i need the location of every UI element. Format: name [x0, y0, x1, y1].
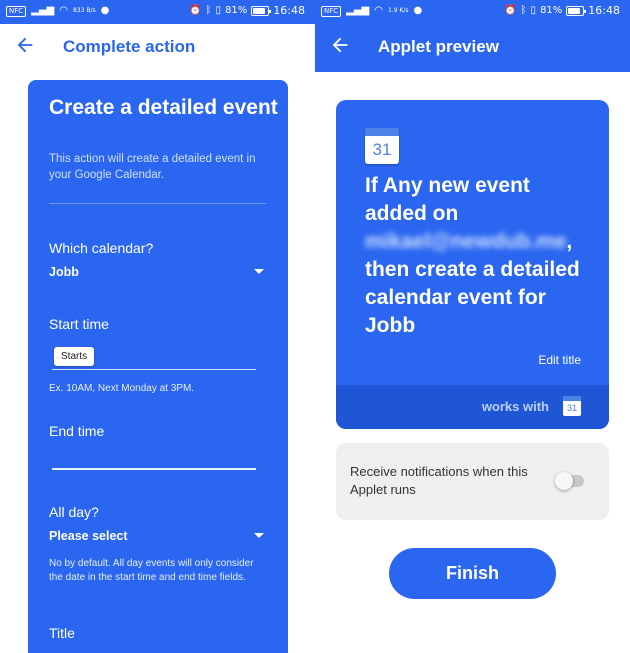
calendar-day: 31 [566, 403, 577, 413]
title-label: Title [49, 625, 75, 641]
divider [49, 203, 266, 204]
vibrate-icon: ▯ [215, 5, 222, 16]
google-calendar-icon: 31 [365, 128, 399, 164]
end-time-label: End time [49, 423, 105, 439]
all-day-select[interactable]: Please select [49, 529, 264, 547]
card-heading: Create a detailed event [49, 96, 278, 119]
app-header: Applet preview [315, 24, 630, 72]
battery-icon [566, 6, 587, 16]
messenger-icon: ● [413, 5, 423, 16]
bluetooth-icon: ᛒ [205, 5, 212, 16]
nfc-icon: NFC [6, 5, 27, 17]
start-time-input[interactable] [52, 369, 256, 370]
vibrate-icon: ▯ [530, 5, 537, 16]
redacted-email: mikael@newdub.me [365, 230, 567, 253]
calendar-label: Which calendar? [49, 240, 154, 256]
applet-text-part1: If Any new event added on [365, 174, 530, 225]
google-calendar-icon: 31 [563, 396, 581, 416]
page-title: Applet preview [378, 37, 499, 56]
back-button[interactable] [14, 34, 38, 58]
nfc-icon: NFC [321, 5, 342, 17]
net-speed: 833 B/s [72, 7, 96, 14]
toggle-knob [555, 472, 573, 490]
calendar-select-value: Jobb [49, 265, 79, 279]
start-time-label: Start time [49, 316, 109, 332]
arrow-left-icon [332, 37, 348, 53]
complete-action-screen: NFC ▂▄▆ ◠ 833 B/s ● ⏰ ᛒ ▯ 81% 16:48 Comp… [0, 0, 315, 653]
arrow-left-icon [17, 37, 33, 53]
card-description: This action will create a detailed event… [49, 153, 256, 181]
messenger-icon: ● [100, 5, 110, 16]
start-time-ingredient-chip[interactable]: Starts [54, 347, 95, 366]
signal-icon: ▂▄▆ [346, 5, 370, 16]
calendar-day: 31 [372, 140, 392, 159]
notification-label: Receive notifications when this Applet r… [350, 464, 528, 497]
app-header: Complete action [0, 24, 315, 72]
works-with-label: works with [481, 399, 549, 414]
wifi-icon: ◠ [374, 5, 383, 16]
action-form-card: Create a detailed event This action will… [28, 80, 288, 653]
clock: 16:48 [588, 4, 620, 17]
alarm-icon: ⏰ [189, 5, 202, 16]
status-bar: NFC ▂▄▆ ◠ 1.9 K/s ● ⏰ ᛒ ▯ 81% 16:48 [315, 0, 630, 24]
battery-percent: 81% [540, 5, 563, 16]
edit-title-link[interactable]: Edit title [538, 353, 581, 367]
notification-setting: Receive notifications when this Applet r… [336, 443, 609, 520]
battery-percent: 81% [225, 5, 248, 16]
signal-icon: ▂▄▆ [31, 5, 55, 16]
start-time-hint: Ex. 10AM, Next Monday at 3PM. [49, 383, 195, 394]
battery-icon [251, 6, 272, 16]
applet-description: If Any new event added on mikael@newdub.… [365, 172, 595, 340]
applet-preview-card: 31 If Any new event added on mikael@newd… [336, 100, 609, 429]
chevron-down-icon [254, 533, 264, 538]
notification-toggle[interactable] [555, 472, 584, 490]
chevron-down-icon [254, 269, 264, 274]
end-time-input[interactable] [52, 468, 256, 470]
alarm-icon: ⏰ [504, 5, 517, 16]
status-bar: NFC ▂▄▆ ◠ 833 B/s ● ⏰ ᛒ ▯ 81% 16:48 [0, 0, 315, 24]
all-day-label: All day? [49, 504, 99, 520]
works-with-band: works with 31 [336, 385, 609, 429]
bluetooth-icon: ᛒ [520, 5, 527, 16]
back-button[interactable] [329, 34, 353, 58]
clock: 16:48 [273, 4, 305, 17]
net-speed: 1.9 K/s [387, 7, 409, 14]
applet-preview-screen: NFC ▂▄▆ ◠ 1.9 K/s ● ⏰ ᛒ ▯ 81% 16:48 Appl… [315, 0, 630, 653]
finish-button[interactable]: Finish [389, 548, 556, 599]
calendar-select[interactable]: Jobb [49, 265, 264, 283]
all-day-hint: No by default. All day events will only … [49, 558, 254, 583]
page-title: Complete action [63, 37, 196, 56]
all-day-select-value: Please select [49, 529, 128, 543]
wifi-icon: ◠ [59, 5, 68, 16]
